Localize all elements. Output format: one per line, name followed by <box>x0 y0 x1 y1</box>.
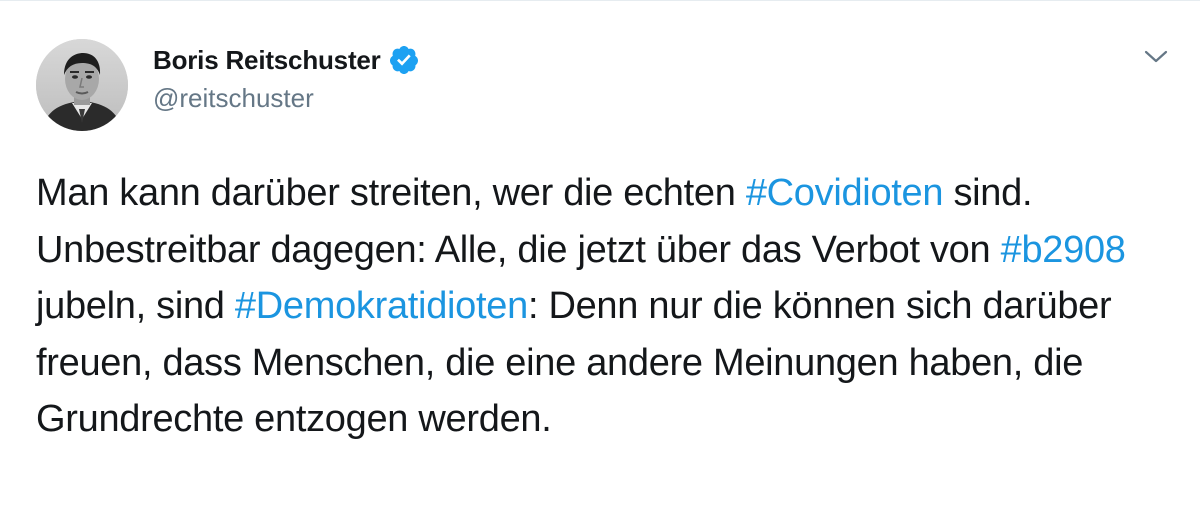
display-name[interactable]: Boris Reitschuster <box>153 45 381 76</box>
tweet-text-segment: Man kann darüber streiten, wer die echte… <box>36 172 746 214</box>
tweet-text-segment: jubeln, sind <box>36 285 235 327</box>
tweet-text: Man kann darüber streiten, wer die echte… <box>36 165 1176 448</box>
hashtag-link[interactable]: #Covidioten <box>746 172 944 214</box>
user-name-row[interactable]: Boris Reitschuster <box>153 43 420 77</box>
tweet-card: Boris Reitschuster @reitschuster Man kan… <box>0 0 1200 528</box>
hashtag-link[interactable]: #Demokratidioten <box>235 285 528 327</box>
avatar[interactable] <box>36 39 128 131</box>
user-handle[interactable]: @reitschuster <box>153 83 314 114</box>
chevron-down-icon[interactable] <box>1142 45 1170 69</box>
hashtag-link[interactable]: #b2908 <box>1001 229 1126 271</box>
verified-badge-icon <box>388 44 420 76</box>
avatar-image <box>36 39 128 131</box>
